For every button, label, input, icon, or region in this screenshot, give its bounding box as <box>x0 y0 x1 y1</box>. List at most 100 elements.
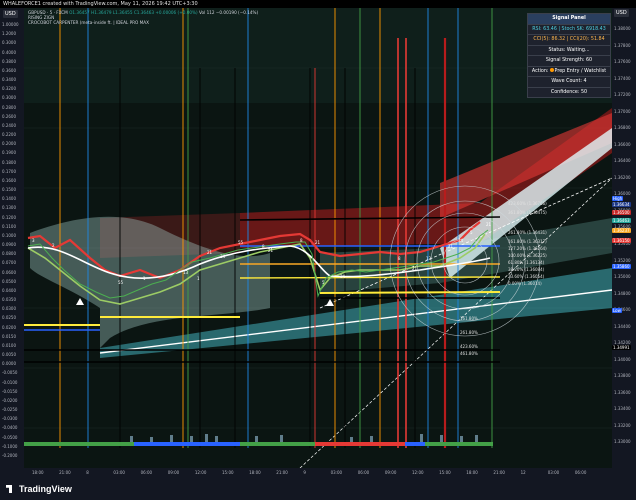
price-level-label[interactable]: 1.36634 <box>612 202 631 207</box>
price-scale-tick: 1.35000 <box>614 274 631 280</box>
price-scale-tick: 1.38000 <box>614 26 631 31</box>
price-level-label[interactable]: 1.36463 <box>612 218 631 223</box>
time-axis-tick: 8 <box>86 470 89 475</box>
time-axis-tick: 15:00 <box>222 470 234 475</box>
left-scale-tick: 0.3000 <box>2 95 16 101</box>
left-scale-tick: 0.0400 <box>2 287 16 293</box>
wave-label: 21 <box>486 222 492 227</box>
left-scale-tick: 0.1400 <box>2 196 16 202</box>
fib-level-label: 261.80% <box>460 330 478 335</box>
fib-level-label: 23.60% (1.36054) <box>508 274 545 279</box>
price-scale-tick: 1.37400 <box>614 75 631 81</box>
left-scale-tick: 0.3200 <box>2 86 16 92</box>
action-status-icon <box>549 68 554 72</box>
wave-label: 55 <box>118 280 124 285</box>
left-scale-tick: 0.0900 <box>2 242 16 247</box>
fib-level-label: 423.60% (1.36766) <box>508 201 547 206</box>
left-scale-tick: 0.0050 <box>2 352 16 357</box>
time-axis-tick: 18:00 <box>466 470 478 475</box>
wave-label: 21 <box>268 248 274 253</box>
left-scale-tick: 0.0350 <box>2 297 16 302</box>
wave-label: 8 <box>398 256 401 261</box>
time-axis-tick: 03:00 <box>330 470 343 475</box>
fib-level-label: 423.60% <box>460 344 478 349</box>
price-level-label[interactable]: 1.34991 <box>612 345 631 350</box>
time-axis-tick: 09:00 <box>167 470 180 475</box>
left-scale-tick: -0.0150 <box>2 388 18 394</box>
time-axis[interactable]: 18:00 21:00 8 03:00 06:00 09:00 12:00 15:00 18:0… <box>24 468 612 478</box>
left-scale-tick: 0.2400 <box>2 122 16 128</box>
price-chart-area[interactable]: 1.00000 1.2000 0.3000 0.4000 0.3800 0.3600 0.3… <box>0 8 612 468</box>
price-scale-tick: 1.37800 <box>614 42 631 48</box>
price-scale-tick: 1.37200 <box>614 92 631 98</box>
left-indicator-scale[interactable]: 1.00000 1.2000 0.3000 0.4000 0.3800 0.3600 0.3… <box>0 8 24 468</box>
left-scale-tick: 0.0000 <box>2 361 16 367</box>
wave-label: 1 <box>143 276 146 281</box>
volume-values: Vol 112 −0.00190 (−0.14%) <box>198 10 259 15</box>
left-scale-tick: 0.0600 <box>2 269 16 275</box>
price-scale-tick: 1.33600 <box>614 389 631 395</box>
price-scale-tick: 1.34400 <box>614 323 631 329</box>
price-level-label[interactable]: High <box>612 196 624 201</box>
price-scale-tick: 1.35200 <box>614 257 631 263</box>
price-level-label[interactable]: 1.36500 <box>612 210 631 215</box>
wave-label: 5 <box>470 230 473 235</box>
left-currency-label[interactable]: USD <box>3 10 18 18</box>
left-scale-tick: 0.0700 <box>2 260 16 266</box>
signal-panel: Signal Panel RSI: 63.46 | Stoch SK: 6918… <box>527 13 611 98</box>
left-scale-tick: 0.2600 <box>2 113 16 119</box>
left-scale-tick: -0.0050 <box>2 370 18 376</box>
left-scale-tick: 0.0150 <box>2 333 16 339</box>
confidence-readout: Confidence: 50 <box>528 86 610 98</box>
footer: TradingView <box>0 478 636 500</box>
left-scale-tick: 0.2000 <box>2 141 16 147</box>
time-axis-tick: 12:00 <box>412 470 424 475</box>
left-scale-tick: 0.3800 <box>2 58 16 64</box>
left-scale-tick: 0.4000 <box>2 49 16 55</box>
fib-level-label: 361.80% (1.36475) <box>508 210 547 215</box>
left-scale-tick: 0.2200 <box>2 132 16 137</box>
wave-label: 8 <box>300 238 303 243</box>
wave-label: 21 <box>412 266 418 271</box>
wave-label: 13 <box>426 256 432 261</box>
price-level-label[interactable]: Low <box>612 308 622 313</box>
tradingview-logo: TradingView <box>6 484 72 494</box>
left-scale-tick: -0.1000 <box>2 443 18 449</box>
left-scale-tick: 0.0250 <box>2 315 16 321</box>
price-level-label[interactable]: 1.36150 <box>612 238 631 243</box>
fib-level-label: 38.20% (1.36084) <box>508 267 545 272</box>
fib-level-label: 161.80% <box>460 316 478 321</box>
left-scale-tick: 0.1700 <box>2 168 16 174</box>
price-scale-tick: 1.34000 <box>614 356 631 362</box>
price-scale[interactable]: USD 1.38000 1.37800 1.37600 1.37400 1.37200 1… <box>612 8 636 468</box>
left-scale-tick: -0.2000 <box>2 452 18 458</box>
price-scale-tick: 1.37000 <box>614 108 631 114</box>
time-axis-tick: 06:00 <box>357 470 370 475</box>
fib-level-label: 127.20% (1.36264) <box>508 246 547 251</box>
price-scale-tick: 1.34800 <box>614 290 631 296</box>
wave-label: 55 <box>238 240 244 245</box>
left-scale-tick: 0.0800 <box>2 251 16 257</box>
action-readout: Action: Prep Entry / Watchlist <box>528 65 610 77</box>
status-readout: Status: Waiting... <box>528 44 610 56</box>
right-currency-label[interactable]: USD <box>614 9 629 17</box>
left-scale-tick: 1.2000 <box>2 31 16 37</box>
left-scale-tick: 0.1300 <box>2 205 16 211</box>
action-value: Prep Entry / Watchlist <box>554 68 607 74</box>
left-scale-tick: -0.0200 <box>2 397 18 403</box>
left-scale-tick: -0.0500 <box>2 434 18 440</box>
brand-name: TradingView <box>19 484 72 494</box>
fib-level-label: 61.80% (1.36134) <box>508 260 545 265</box>
left-scale-tick: 0.1500 <box>2 187 16 192</box>
wave-label: 2 <box>52 243 55 248</box>
price-level-label[interactable]: 1.35860 <box>612 264 631 269</box>
wave-label: 13 <box>183 270 189 275</box>
signal-strength-readout: Signal Strength: 60 <box>528 55 610 66</box>
indicator-2-label[interactable]: CROCOBOT CARPENTER (meta-inside ft. | ID… <box>28 20 258 25</box>
price-scale-tick: 1.33800 <box>614 373 631 379</box>
price-scale-tick: 1.36200 <box>614 174 631 180</box>
wave-label: 5 <box>322 280 325 285</box>
price-level-label[interactable]: 1.36237 <box>612 228 631 233</box>
title-bar: WHALEFORCE1 created with TradingView.com… <box>0 0 636 8</box>
wave-label: 21 <box>207 250 213 255</box>
